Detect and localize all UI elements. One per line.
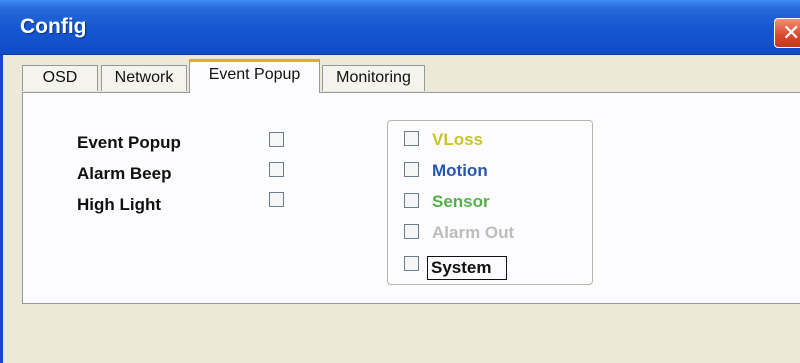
vloss-label: VLoss	[432, 130, 484, 149]
config-window: Config ✕ OSD Network Event Popup Monitor…	[0, 0, 800, 363]
tab-event-popup[interactable]: Event Popup	[189, 59, 320, 93]
tab-label: OSD	[42, 69, 78, 86]
window-left-border	[0, 55, 3, 363]
window-title: Config	[20, 15, 87, 38]
alarm-out-label: Alarm Out	[432, 223, 515, 242]
tab-monitoring[interactable]: Monitoring	[322, 65, 425, 91]
tab-label: Event Popup	[208, 66, 301, 83]
motion-label: Motion	[432, 161, 488, 180]
alarm-out-checkbox[interactable]	[404, 224, 419, 239]
sensor-checkbox[interactable]	[404, 193, 419, 208]
alarm-beep-label: Alarm Beep	[77, 164, 172, 183]
title-bar[interactable]: Config ✕	[0, 0, 800, 55]
event-popup-checkbox[interactable]	[269, 132, 284, 147]
tab-label: Monitoring	[336, 69, 411, 86]
system-checkbox[interactable]	[404, 256, 419, 271]
tab-network[interactable]: Network	[101, 65, 187, 91]
tab-osd[interactable]: OSD	[22, 65, 98, 91]
vloss-checkbox[interactable]	[404, 131, 419, 146]
event-popup-label: Event Popup	[77, 133, 181, 152]
sensor-label: Sensor	[432, 192, 490, 211]
close-button[interactable]: ✕	[774, 18, 800, 48]
high-light-label: High Light	[77, 195, 162, 214]
high-light-checkbox[interactable]	[269, 192, 284, 207]
motion-checkbox[interactable]	[404, 162, 419, 177]
tab-label: Network	[114, 69, 174, 86]
system-label: System	[431, 258, 492, 277]
close-icon: ✕	[782, 20, 800, 45]
alarm-beep-checkbox[interactable]	[269, 162, 284, 177]
